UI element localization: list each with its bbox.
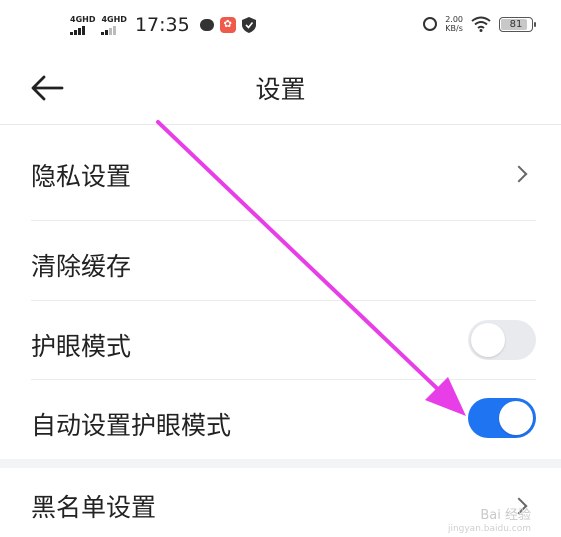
auto-eye-protection-row: 自动设置护眼模式 bbox=[0, 380, 561, 460]
battery-icon: 81 bbox=[499, 16, 536, 32]
eye-protection-row: 护眼模式 bbox=[0, 301, 561, 381]
net-speed-value: 2.00 bbox=[445, 15, 463, 24]
privacy-settings-row[interactable]: 隐私设置 bbox=[0, 125, 561, 205]
row-label: 隐私设置 bbox=[31, 162, 132, 191]
chevron-right-icon bbox=[510, 165, 528, 183]
cellular-signal-icon: 4GHD bbox=[70, 14, 96, 35]
battery-level: 81 bbox=[509, 18, 523, 30]
toggle-knob bbox=[499, 401, 533, 435]
wifi-icon bbox=[471, 16, 491, 32]
shield-icon bbox=[241, 17, 256, 33]
status-time: 17:35 bbox=[134, 14, 190, 36]
auto-eye-protection-toggle[interactable] bbox=[468, 398, 536, 438]
status-bar: 4GHD 4GHD 17:35 ✿ 2.00 KB/s 81 bbox=[0, 0, 561, 52]
clear-cache-row[interactable]: 清除缓存 bbox=[0, 221, 561, 301]
toggle-knob bbox=[471, 323, 505, 357]
row-label: 黑名单设置 bbox=[31, 493, 157, 522]
alarm-icon bbox=[423, 17, 438, 31]
settings-list: 隐私设置 清除缓存 护眼模式 自动设置护眼模式 bbox=[0, 125, 561, 459]
watermark-logo: Bai 经验 bbox=[480, 508, 531, 523]
network-speed: 2.00 KB/s bbox=[445, 15, 463, 33]
cellular-signal-2-icon: 4GHD bbox=[101, 14, 127, 35]
page-title: 设置 bbox=[255, 75, 306, 104]
eye-protection-toggle[interactable] bbox=[468, 320, 536, 360]
row-label: 自动设置护眼模式 bbox=[31, 411, 232, 440]
app-notification-icon: ✿ bbox=[219, 17, 236, 33]
header-bar: 设置 bbox=[0, 52, 561, 125]
signal-label-2: 4GHD bbox=[101, 14, 127, 24]
section-gap bbox=[0, 459, 561, 468]
row-label: 清除缓存 bbox=[31, 252, 132, 281]
row-label: 护眼模式 bbox=[31, 332, 132, 361]
net-speed-unit: KB/s bbox=[445, 24, 463, 33]
signal-label: 4GHD bbox=[70, 14, 96, 24]
watermark-url: jingyan.baidu.com bbox=[447, 524, 531, 534]
message-icon bbox=[199, 19, 214, 31]
